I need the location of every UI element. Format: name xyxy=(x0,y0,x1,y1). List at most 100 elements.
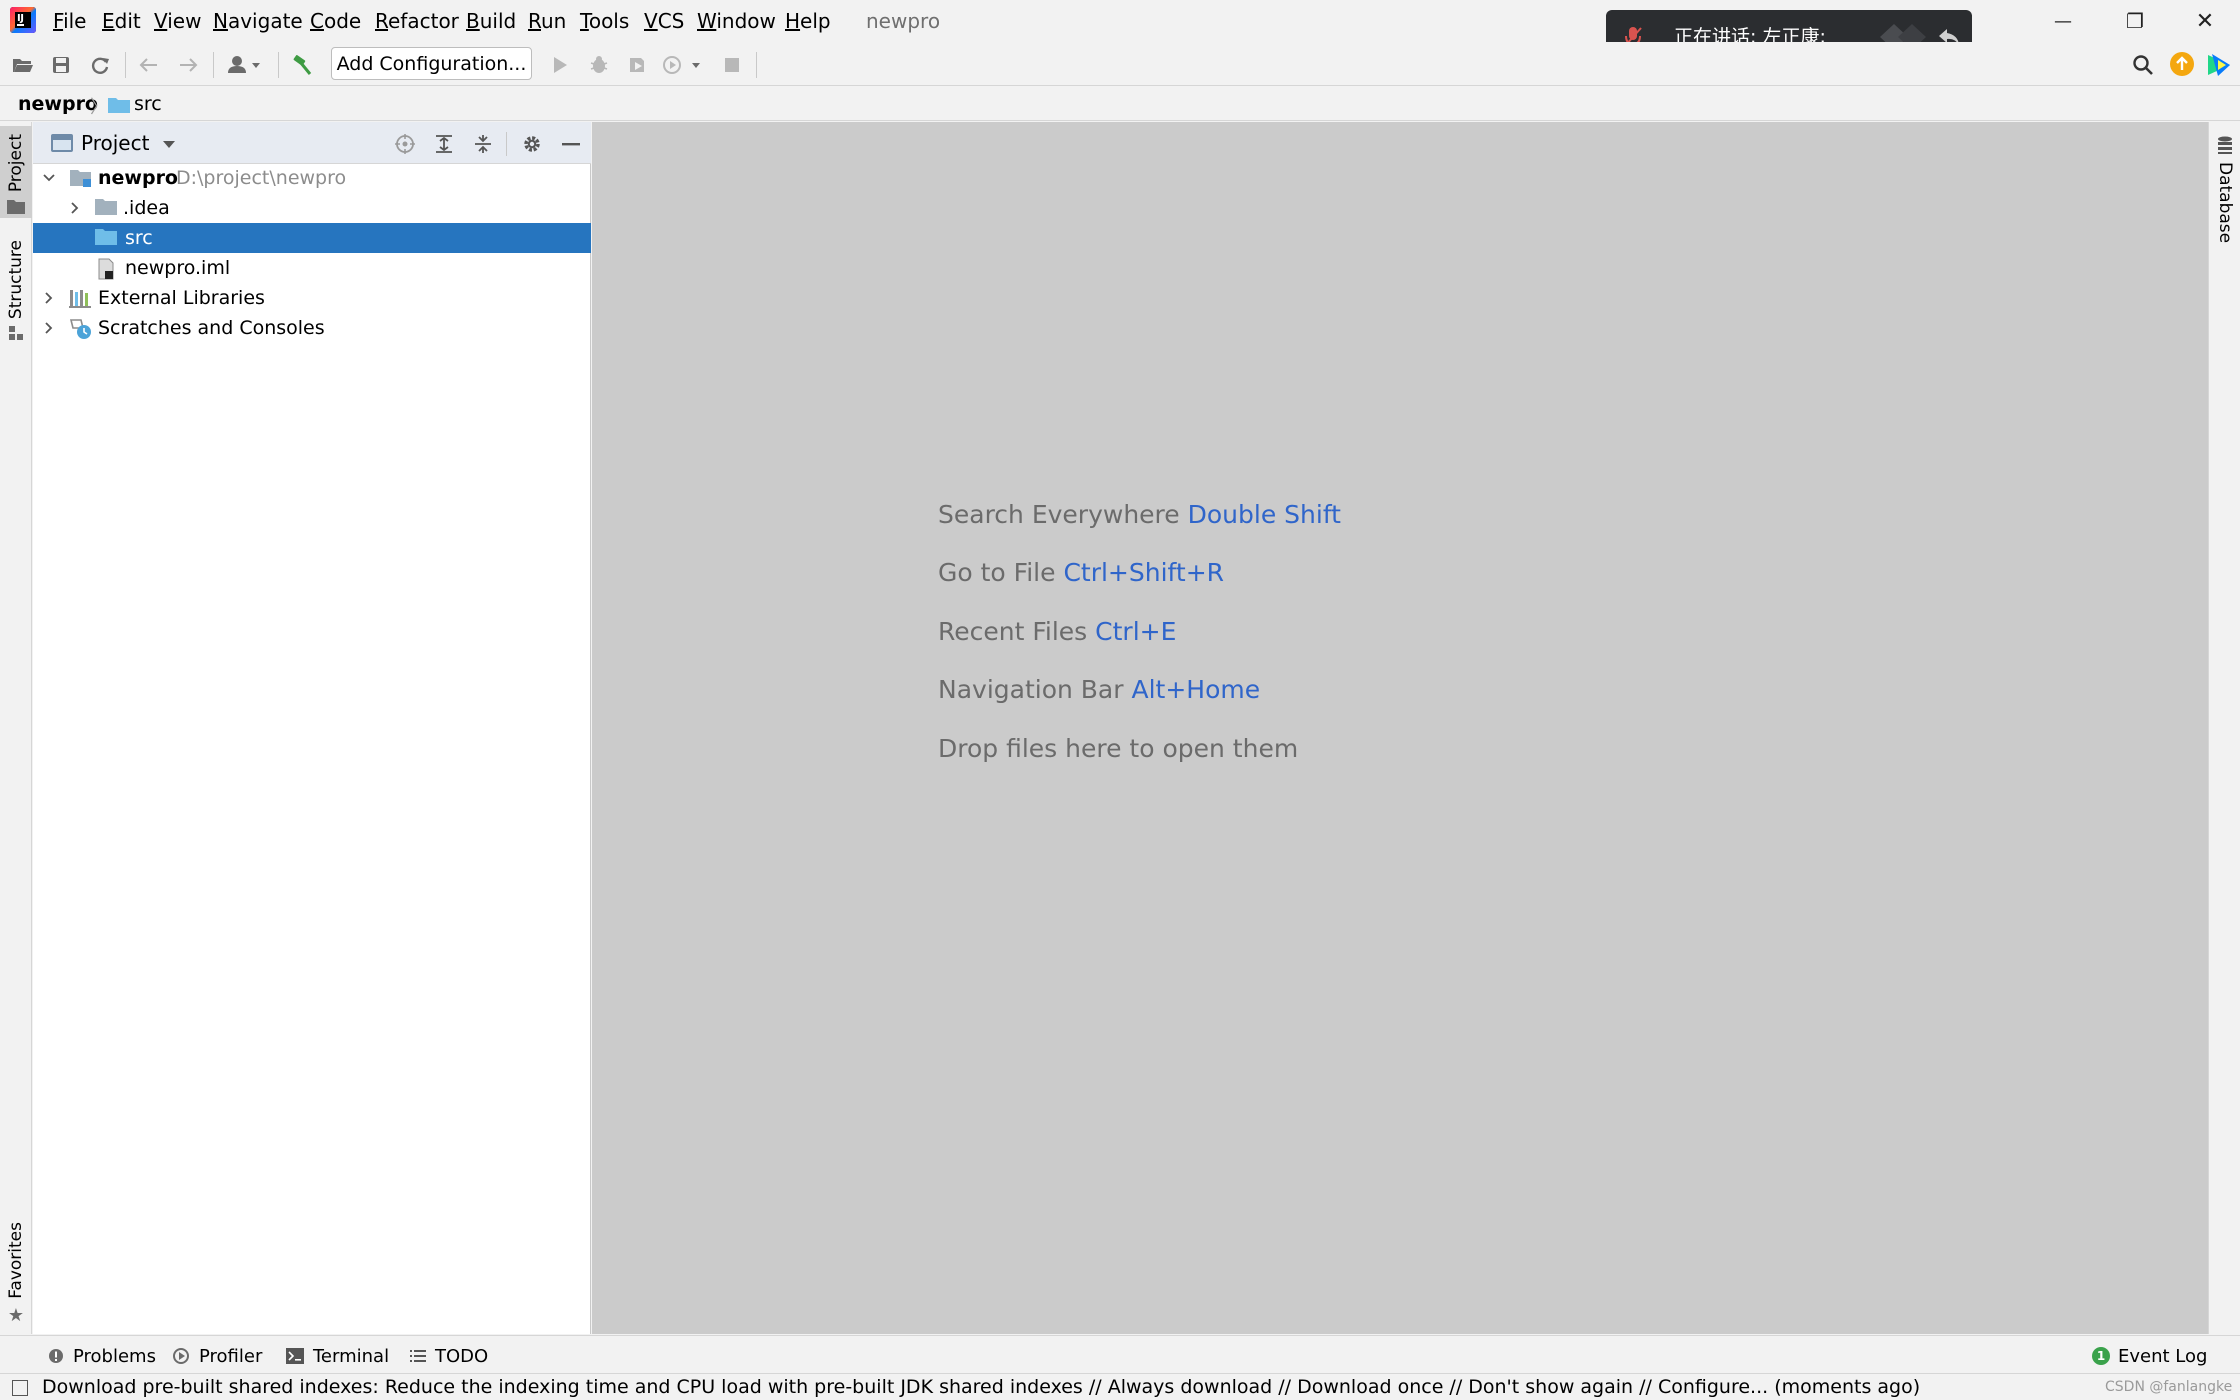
arrow-up-icon xyxy=(2176,56,2188,70)
tool-tab-event-log-label: Event Log xyxy=(2118,1345,2208,1367)
scratches-icon xyxy=(69,319,91,339)
hint-navigation-bar: Navigation Bar Alt+Home xyxy=(938,674,1260,706)
expand-all-button[interactable] xyxy=(429,130,459,158)
menu-file[interactable]: File xyxy=(53,8,86,34)
synchronize-button[interactable] xyxy=(85,50,115,80)
tool-tab-todo[interactable]: TODO xyxy=(410,1343,488,1369)
project-panel-header: Project xyxy=(33,122,591,164)
tree-node-newpro-iml[interactable]: newpro.iml xyxy=(33,253,591,283)
collapse-all-button[interactable] xyxy=(468,130,498,158)
save-all-button[interactable] xyxy=(46,50,76,80)
tree-node-idea[interactable]: .idea xyxy=(33,193,591,223)
tool-tab-terminal[interactable]: Terminal xyxy=(286,1343,389,1369)
play-icon xyxy=(554,57,567,73)
terminal-icon xyxy=(286,1348,304,1364)
navigation-breadcrumb: newpro 〉 src xyxy=(0,87,2240,121)
crosshair-icon xyxy=(395,134,415,154)
menu-code[interactable]: Code xyxy=(310,8,361,34)
menu-run[interactable]: Run xyxy=(528,8,566,34)
add-configuration-button[interactable]: Add Configuration... xyxy=(331,47,532,80)
status-bar: Download pre-built shared indexes: Reduc… xyxy=(0,1373,2240,1400)
search-icon xyxy=(2133,55,2153,75)
chevron-down-icon[interactable] xyxy=(159,134,179,154)
menu-view[interactable]: View xyxy=(154,8,201,34)
editor-empty-area[interactable]: Search Everywhere Double Shift Go to Fil… xyxy=(592,122,2208,1334)
tool-tab-terminal-label: Terminal xyxy=(313,1345,390,1367)
tool-tab-favorites[interactable]: Favorites ★ xyxy=(0,1222,32,1326)
breadcrumb-project[interactable]: newpro xyxy=(18,92,98,116)
problems-icon xyxy=(49,1349,63,1363)
menu-edit[interactable]: Edit xyxy=(102,8,141,34)
tree-node-newpro[interactable]: newpro D:\project\newpro xyxy=(33,163,591,193)
minimize-button[interactable]: — xyxy=(2028,0,2098,42)
tool-tab-profiler[interactable]: Profiler xyxy=(172,1343,262,1369)
star-icon: ★ xyxy=(7,1304,25,1326)
tool-tab-project[interactable]: Project xyxy=(0,126,32,218)
main-toolbar: Add Configuration... xyxy=(0,42,2240,86)
run-with-coverage-button[interactable] xyxy=(622,50,652,80)
chevron-down-icon[interactable] xyxy=(39,168,59,188)
tool-tab-structure[interactable]: Structure xyxy=(0,240,32,341)
stop-button[interactable] xyxy=(717,50,747,80)
search-everywhere-button[interactable] xyxy=(2128,50,2158,80)
tree-label-idea: .idea xyxy=(123,197,170,219)
hint-text: Navigation Bar xyxy=(938,675,1124,704)
hint-text: Search Everywhere xyxy=(938,500,1180,529)
gear-icon xyxy=(524,136,540,152)
profile-dropdown-button[interactable] xyxy=(660,50,708,80)
build-project-button[interactable] xyxy=(287,50,317,80)
tree-node-scratches[interactable]: Scratches and Consoles xyxy=(33,313,591,343)
chevron-right-icon[interactable] xyxy=(39,288,59,308)
expand-all-icon xyxy=(436,135,452,153)
close-window-button[interactable]: ✕ xyxy=(2170,0,2240,42)
project-panel-title[interactable]: Project xyxy=(81,130,149,156)
menu-window[interactable]: Window xyxy=(697,8,776,34)
jetbrains-toolbox-icon[interactable] xyxy=(2206,52,2232,78)
menu-tools[interactable]: Tools xyxy=(580,8,629,34)
tree-node-src[interactable]: src xyxy=(33,223,591,253)
menu-vcs[interactable]: VCS xyxy=(644,8,684,34)
select-opened-file-button[interactable] xyxy=(390,130,420,158)
menu-build[interactable]: Build xyxy=(466,8,516,34)
run-button[interactable] xyxy=(545,50,575,80)
open-folder-button[interactable] xyxy=(8,50,38,80)
refresh-icon xyxy=(91,57,109,74)
update-available-button[interactable] xyxy=(2170,52,2194,76)
project-view-icon xyxy=(51,134,73,152)
chevron-right-icon[interactable] xyxy=(65,198,85,218)
restore-icon: ❐ xyxy=(2126,9,2144,33)
navigate-back-button[interactable] xyxy=(134,50,164,80)
debug-button[interactable] xyxy=(584,50,614,80)
status-message[interactable]: Download pre-built shared indexes: Reduc… xyxy=(42,1375,1920,1399)
chevron-right-icon[interactable] xyxy=(39,318,59,338)
library-icon xyxy=(69,290,91,308)
bug-icon xyxy=(590,56,608,73)
tree-node-external-libraries[interactable]: External Libraries xyxy=(33,283,591,313)
restore-button[interactable]: ❐ xyxy=(2100,0,2170,42)
tool-tab-problems-label: Problems xyxy=(73,1345,156,1367)
iml-file-icon xyxy=(98,258,114,280)
hint-search-everywhere: Search Everywhere Double Shift xyxy=(938,499,1341,531)
toggle-tool-windows-button[interactable] xyxy=(12,1380,28,1396)
user-dropdown-icon xyxy=(228,56,260,73)
todo-list-icon xyxy=(410,1350,426,1362)
menu-help[interactable]: Help xyxy=(785,8,831,34)
folder-icon xyxy=(108,98,130,113)
breadcrumb-src[interactable]: src xyxy=(134,92,162,116)
tool-tab-problems[interactable]: Problems xyxy=(48,1343,156,1369)
menu-refactor[interactable]: Refactor xyxy=(375,8,459,34)
watermark-text: CSDN @fanlangke xyxy=(2105,1379,2233,1395)
tool-tab-structure-label: Structure xyxy=(6,240,26,320)
hide-panel-button[interactable] xyxy=(556,130,586,158)
tool-tab-database[interactable]: Database xyxy=(2209,136,2240,243)
menu-navigate[interactable]: Navigate xyxy=(213,8,303,34)
tree-path-newpro: D:\project\newpro xyxy=(176,167,347,189)
panel-settings-button[interactable] xyxy=(517,130,547,158)
tool-tab-event-log[interactable]: 1 Event Log xyxy=(2092,1343,2207,1369)
tree-label-external-libraries: External Libraries xyxy=(98,287,265,309)
vcs-user-button[interactable] xyxy=(224,50,268,80)
hint-text: Drop files here to open them xyxy=(938,734,1299,763)
tree-label-newpro-iml: newpro.iml xyxy=(125,257,231,279)
hint-recent-files: Recent Files Ctrl+E xyxy=(938,616,1176,648)
navigate-forward-button[interactable] xyxy=(173,50,203,80)
